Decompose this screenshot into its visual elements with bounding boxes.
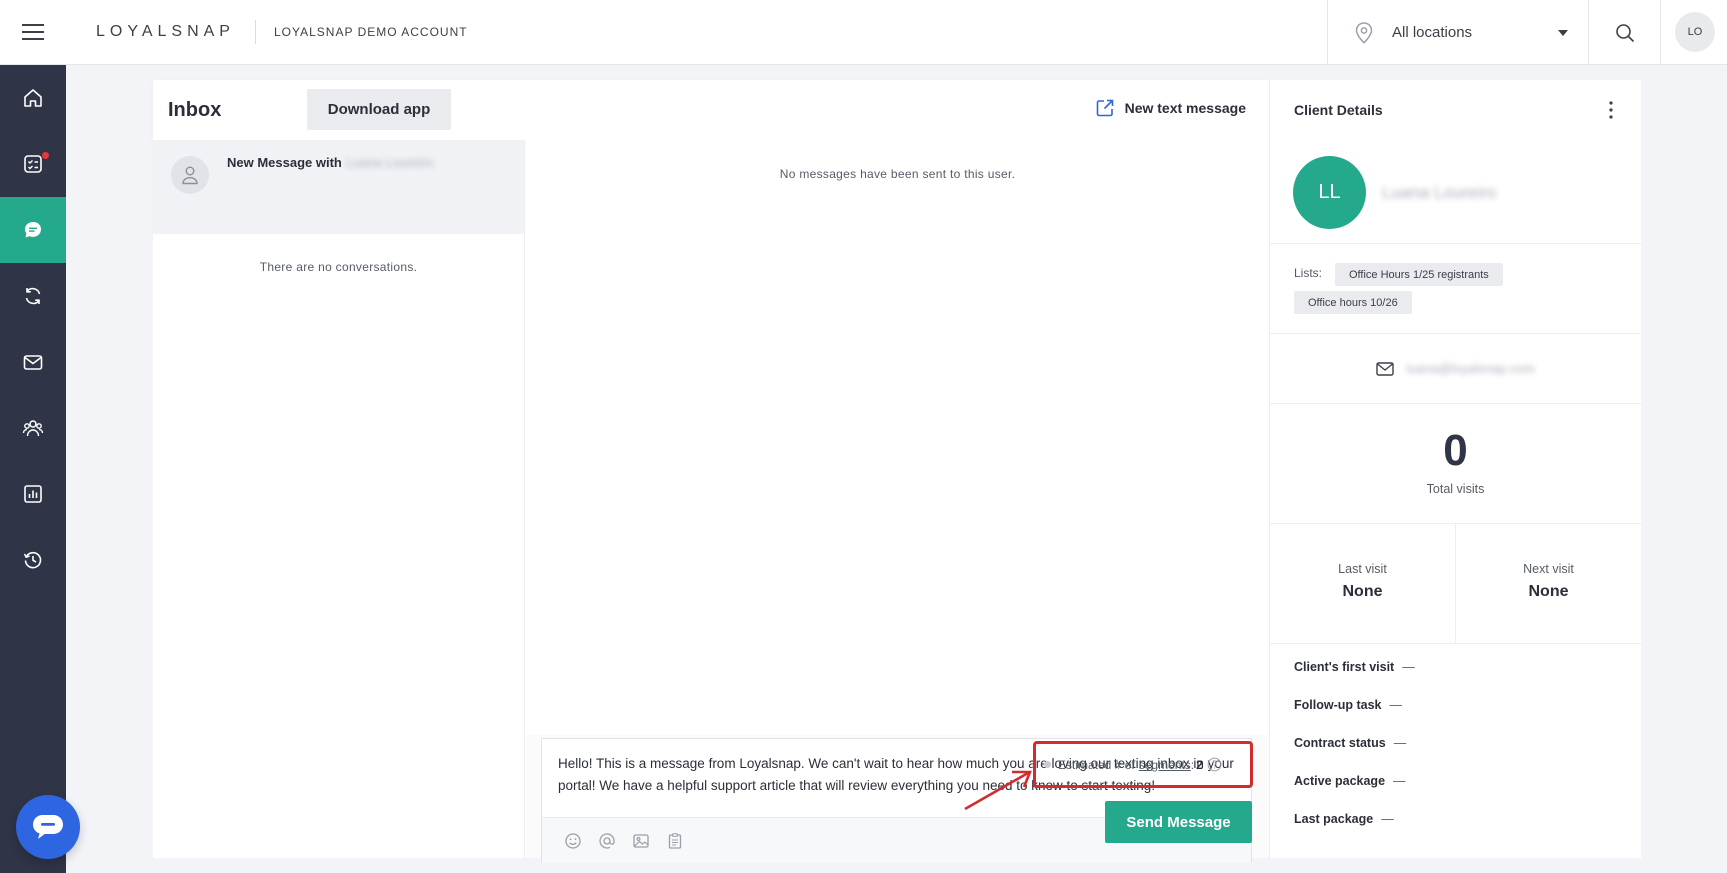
fact-label: Client's first visit <box>1294 660 1395 674</box>
sidebar-item-messages[interactable] <box>0 197 66 263</box>
conversation-contact-name: Luana Loureiro <box>345 155 433 170</box>
history-icon <box>23 551 42 569</box>
avatar <box>171 156 209 194</box>
empty-thread-text: No messages have been sent to this user. <box>779 167 1016 181</box>
fact-last-package: Last package — <box>1294 812 1641 850</box>
notification-dot <box>42 152 49 159</box>
visit-summary: Last visit None Next visit None <box>1270 524 1641 644</box>
total-visits-count: 0 <box>1443 426 1468 475</box>
next-visit: Next visit None <box>1456 524 1641 643</box>
fact-first-visit: Client's first visit — <box>1294 660 1641 698</box>
sidebar-item-tasks[interactable] <box>0 131 66 197</box>
menu-button[interactable] <box>0 0 66 65</box>
fact-value: — <box>1393 736 1407 750</box>
empty-conversations-text: There are no conversations. <box>259 260 418 274</box>
inbox-header: Inbox Download app New text message <box>153 80 1269 140</box>
fact-label: Follow-up task <box>1294 698 1382 712</box>
segments-link[interactable]: segments <box>1139 758 1191 772</box>
mail-icon <box>23 355 43 370</box>
fact-active-package: Active package — <box>1294 774 1641 812</box>
client-profile: LL Luana Loureiro <box>1270 140 1641 244</box>
user-avatar[interactable]: LO <box>1675 12 1715 52</box>
total-visits-label: Total visits <box>1426 482 1485 496</box>
status-dot <box>1044 761 1051 768</box>
chat-bubble-icon <box>33 815 63 839</box>
client-email-row: luana@loyalsnap.com <box>1270 334 1641 404</box>
emoji-icon[interactable] <box>564 832 582 850</box>
last-visit: Last visit None <box>1270 524 1456 643</box>
hamburger-icon <box>22 24 44 40</box>
client-name[interactable]: Luana Loureiro <box>1382 183 1496 203</box>
fact-label: Active package <box>1294 774 1386 788</box>
clients-icon <box>22 420 44 437</box>
annotation-arrow-icon <box>964 770 1032 811</box>
location-selector[interactable]: All locations <box>1327 0 1589 65</box>
list-tag[interactable]: Office hours 10/26 <box>1294 291 1412 314</box>
sidebar-item-email[interactable] <box>0 329 66 395</box>
list-tag[interactable]: Office Hours 1/25 registrants <box>1335 263 1503 286</box>
sidebar-item-history[interactable] <box>0 527 66 593</box>
fact-label: Contract status <box>1294 736 1386 750</box>
next-visit-label: Next visit <box>1523 562 1574 576</box>
last-visit-label: Last visit <box>1338 562 1387 576</box>
new-text-message-button[interactable]: New text message <box>1095 98 1246 118</box>
help-icon[interactable] <box>1207 757 1222 772</box>
list-item[interactable]: New Message with Luana Loureiro <box>153 140 524 234</box>
client-details-title: Client Details <box>1294 102 1383 118</box>
lists-label: Lists: <box>1294 266 1323 280</box>
new-text-message-label: New text message <box>1124 100 1246 116</box>
segments-separator: : <box>1190 757 1195 772</box>
mail-icon <box>1376 361 1395 376</box>
location-pin-icon <box>1355 21 1373 44</box>
sidebar-item-reports[interactable] <box>0 461 66 527</box>
fact-label: Last package <box>1294 812 1374 826</box>
fact-value: — <box>1393 774 1406 788</box>
image-icon[interactable] <box>632 832 650 850</box>
chat-icon <box>25 222 41 238</box>
segments-count: 2 <box>1196 757 1203 772</box>
sidebar-item-home[interactable] <box>0 65 66 131</box>
client-email[interactable]: luana@loyalsnap.com <box>1406 361 1534 376</box>
reports-icon <box>24 485 42 503</box>
fact-value: — <box>1381 812 1394 826</box>
brand-logo[interactable]: LOYALSNAP <box>96 20 256 44</box>
checklist-icon <box>24 155 42 173</box>
home-icon <box>24 89 42 107</box>
fact-contract-status: Contract status — <box>1294 736 1641 774</box>
segments-prefix: Estimated # of <box>1058 757 1135 772</box>
conversation-prefix: New Message with <box>227 155 342 170</box>
chevron-down-icon <box>1558 29 1568 36</box>
download-app-button[interactable]: Download app <box>307 89 451 130</box>
account-name: LOYALSNAP DEMO ACCOUNT <box>273 25 468 39</box>
search-icon <box>1615 23 1634 42</box>
avatar: LL <box>1293 156 1366 229</box>
fact-value: — <box>1402 660 1415 674</box>
search-button[interactable] <box>1589 0 1661 65</box>
client-details-panel: Client Details LL Luana Loureiro Lists: … <box>1269 80 1641 858</box>
user-icon <box>182 166 198 185</box>
total-visits: 0 Total visits <box>1270 404 1641 524</box>
mention-icon[interactable] <box>598 832 616 850</box>
fact-value: — <box>1389 698 1403 712</box>
last-visit-value: None <box>1342 583 1383 600</box>
sidebar-item-clients[interactable] <box>0 395 66 461</box>
location-label: All locations <box>1392 24 1473 41</box>
client-details-header: Client Details <box>1270 80 1641 140</box>
refresh-icon <box>25 287 41 305</box>
conversation-title: New Message with Luana Loureiro <box>227 155 433 170</box>
send-message-button[interactable]: Send Message <box>1105 801 1252 843</box>
fact-follow-up-task: Follow-up task — <box>1294 698 1641 736</box>
segments-estimate: Estimated # of segments : 2 <box>1033 741 1253 788</box>
support-chat-button[interactable] <box>16 795 80 859</box>
external-link-icon <box>1096 99 1113 117</box>
client-facts: Client's first visit — Follow-up task — Co… <box>1270 644 1641 850</box>
sidebar-item-automations[interactable] <box>0 263 66 329</box>
more-options-icon[interactable] <box>1609 100 1613 120</box>
conversation-list: New Message with Luana Loureiro There ar… <box>153 140 525 858</box>
next-visit-value: None <box>1528 583 1569 600</box>
clipboard-icon[interactable] <box>666 832 684 850</box>
sidebar <box>0 65 66 873</box>
client-lists: Lists: Office Hours 1/25 registrants Off… <box>1270 244 1641 334</box>
page-title: Inbox <box>168 98 222 121</box>
